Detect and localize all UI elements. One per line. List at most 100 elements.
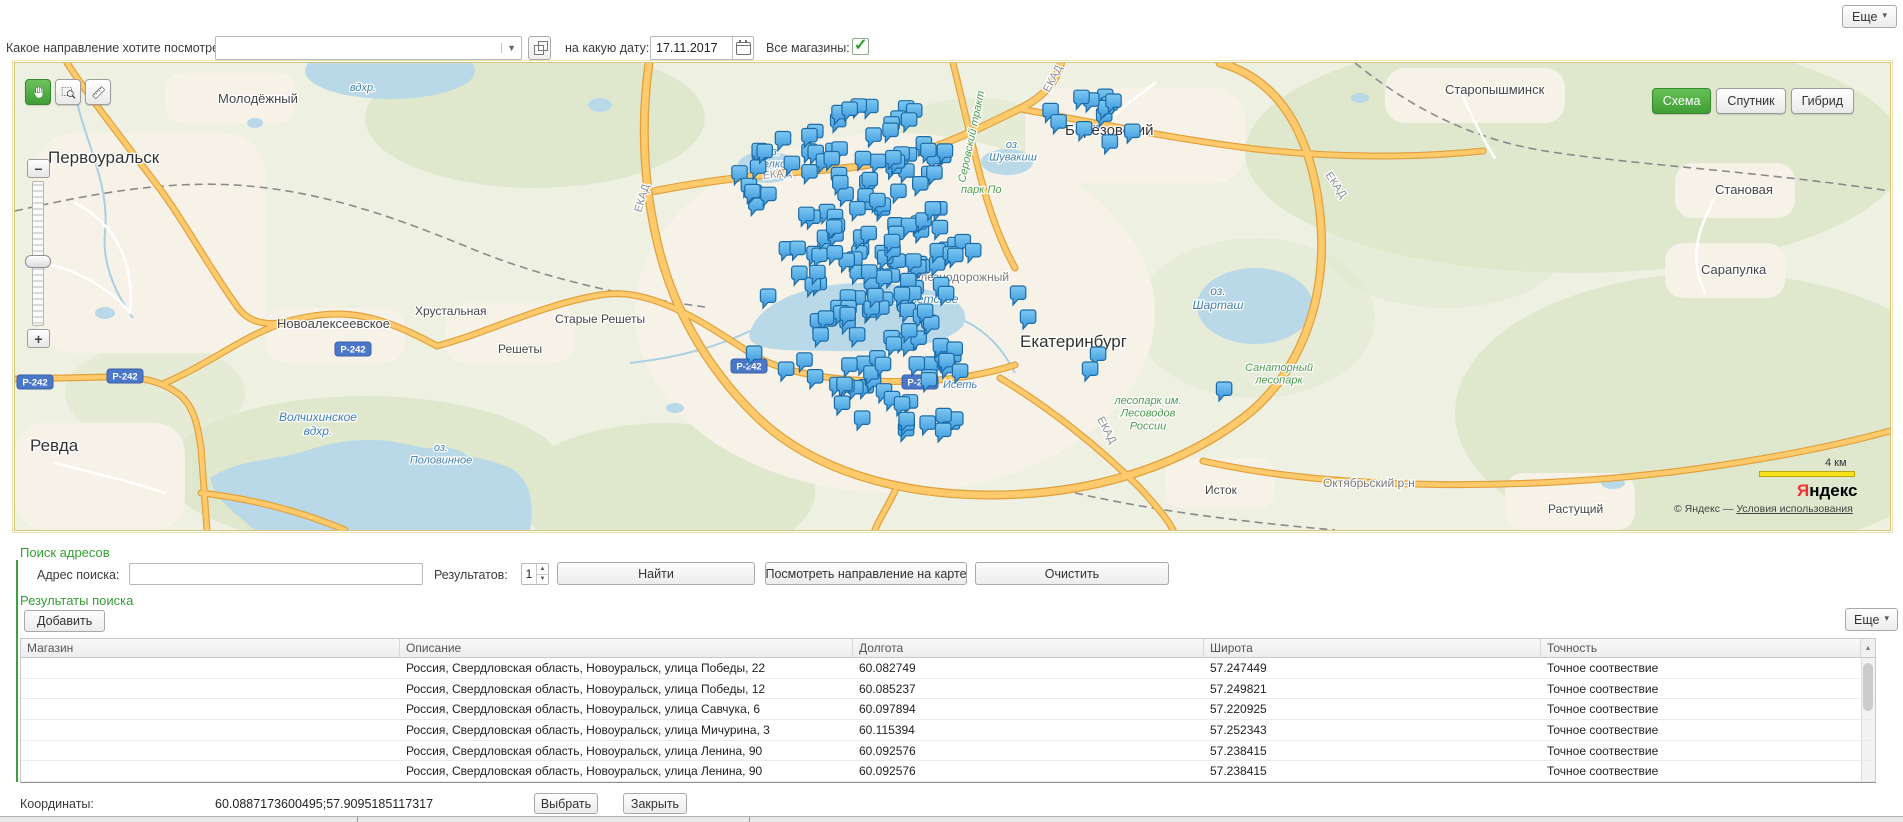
column-header[interactable]: Широта [1204, 639, 1541, 657]
map-copyright: © Яндекс — Условия использования [1674, 503, 1853, 515]
table-row[interactable]: Россия, Свердловская область, Новоуральс… [21, 658, 1875, 679]
cell-latitude: 57.247449 [1204, 658, 1541, 678]
zoom-select-tool-button[interactable] [55, 79, 81, 105]
cell-shop [21, 741, 400, 761]
more-button-results[interactable]: Еще▾ [1845, 608, 1898, 631]
map-label: Решеты [498, 342, 542, 356]
cell-latitude: 57.220925 [1204, 699, 1541, 719]
search-results-section-title: Результаты поиска [20, 593, 133, 608]
results-tbody: Россия, Свердловская область, Новоуральс… [21, 658, 1875, 782]
add-button[interactable]: Добавить [24, 610, 105, 632]
scrollbar-track [1861, 741, 1875, 761]
stepper-down-icon[interactable]: ▼ [537, 575, 548, 585]
table-scrollbar-thumb[interactable] [1863, 663, 1873, 711]
table-row[interactable]: Россия, Свердловская область, Новоуральс… [21, 741, 1875, 762]
map-label: Исток [1205, 483, 1238, 497]
direction-combobox[interactable]: ▼ [215, 36, 522, 60]
svg-text:Р-242: Р-242 [22, 378, 47, 389]
map-label: Сарапулка [1701, 262, 1767, 277]
cell-description: Россия, Свердловская область, Новоуральс… [400, 741, 853, 761]
column-header[interactable]: Магазин [21, 639, 400, 657]
map-label: Молодёжный [218, 91, 298, 106]
calendar-icon[interactable] [732, 37, 753, 59]
map-type-switcher: СхемаСпутникГибрид [1647, 88, 1854, 114]
column-header[interactable]: Описание [400, 639, 853, 657]
column-header[interactable]: Точность [1541, 639, 1861, 657]
map-label: Октябрьский р-н [1323, 476, 1415, 490]
pan-tool-button[interactable] [25, 79, 51, 105]
map-type-button-спутник[interactable]: Спутник [1716, 88, 1785, 114]
date-label: на какую дату: [565, 41, 649, 55]
cell-shop [21, 720, 400, 740]
zoom-out-button[interactable]: − [27, 159, 50, 178]
chevron-down-icon[interactable]: ▼ [501, 43, 521, 53]
select-button[interactable]: Выбрать [534, 793, 598, 814]
zoom-in-button[interactable]: + [27, 329, 50, 348]
more-button-top[interactable]: Еще▾ [1842, 5, 1897, 28]
results-count-label: Результатов: [434, 568, 508, 582]
scrollbar-track [1861, 761, 1875, 781]
all-stores-label: Все магазины: [766, 41, 850, 55]
cell-accuracy: Точное соотвествие [1541, 720, 1861, 740]
cell-description: Россия, Свердловская область, Новоуральс… [400, 761, 853, 781]
stepper-up-icon[interactable]: ▲ [537, 564, 548, 575]
cell-description: Россия, Свердловская область, Новоуральс… [400, 658, 853, 678]
yandex-map[interactable]: ПервоуральскРевдаЕкатеринбургБерёзовский… [14, 62, 1891, 531]
road-badge: Р-242 [107, 369, 143, 383]
map-label: Старопышминск [1445, 82, 1545, 97]
road-badge: Р-242 [335, 342, 371, 356]
cell-longitude: 60.092576 [853, 741, 1204, 761]
cell-latitude: 57.249821 [1204, 679, 1541, 699]
table-row[interactable]: Россия, Свердловская область, Новоуральс… [21, 720, 1875, 741]
chevron-down-icon: ▾ [1884, 613, 1889, 624]
table-row[interactable]: Россия, Свердловская область, Новоуральс… [21, 761, 1875, 782]
table-row[interactable]: Россия, Свердловская область, Новоуральс… [21, 699, 1875, 720]
map-label: Старые Решеты [555, 312, 645, 326]
address-search-section-title: Поиск адресов [20, 545, 110, 560]
chevron-down-icon: ▾ [1882, 10, 1887, 21]
map-canvas: ПервоуральскРевдаЕкатеринбургБерёзовский… [15, 63, 1890, 530]
cell-longitude: 60.115394 [853, 720, 1204, 740]
map-label: Новоалексеевское [277, 316, 390, 331]
hand-icon [30, 84, 47, 101]
table-scroll-up-icon[interactable]: ▲ [1861, 639, 1875, 657]
ruler-tool-button[interactable] [85, 79, 111, 105]
scale-label: 4 км [1825, 457, 1847, 469]
address-search-label: Адрес поиска: [37, 568, 119, 582]
cell-shop [21, 699, 400, 719]
show-direction-button[interactable]: Посмотреть направление на карте [765, 562, 967, 585]
find-button[interactable]: Найти [557, 562, 755, 585]
results-table: МагазинОписаниеДолготаШиротаТочность▲ Ро… [20, 638, 1876, 783]
terms-link[interactable]: Условия использования [1736, 503, 1853, 515]
clear-button[interactable]: Очистить [975, 562, 1169, 585]
column-header[interactable]: Долгота [853, 639, 1204, 657]
cell-description: Россия, Свердловская область, Новоуральс… [400, 699, 853, 719]
date-value[interactable]: 17.11.2017 [651, 41, 732, 55]
map-type-button-схема[interactable]: Схема [1652, 88, 1712, 114]
coordinates-value: 60.0887173600495;57.9095185117317 [215, 797, 433, 811]
zoom-slider-track[interactable] [32, 181, 44, 326]
cell-description: Россия, Свердловская область, Новоуральс… [400, 720, 853, 740]
close-button[interactable]: Закрыть [623, 793, 687, 814]
coordinates-label: Координаты: [20, 797, 94, 811]
direction-open-button[interactable] [528, 36, 551, 60]
map-label: Становая [1715, 182, 1773, 197]
address-search-input[interactable] [129, 563, 423, 585]
zoom-slider-handle[interactable] [25, 255, 51, 268]
date-field[interactable]: 17.11.2017 [650, 36, 754, 60]
map-label: Растущий [1548, 502, 1603, 516]
cell-longitude: 60.082749 [853, 658, 1204, 678]
map-label: вдхр. [350, 82, 376, 94]
table-row[interactable]: Россия, Свердловская область, Новоуральс… [21, 679, 1875, 700]
scale-bar [1759, 471, 1855, 477]
background-window-edge [0, 816, 1903, 822]
cell-shop [21, 679, 400, 699]
cell-description: Россия, Свердловская область, Новоуральс… [400, 679, 853, 699]
map-label: Хрустальная [415, 304, 487, 318]
ruler-icon [90, 84, 107, 101]
cell-longitude: 60.085237 [853, 679, 1204, 699]
cell-latitude: 57.238415 [1204, 761, 1541, 781]
all-stores-checkbox[interactable] [852, 38, 869, 55]
map-type-button-гибрид[interactable]: Гибрид [1791, 88, 1854, 114]
results-count-stepper[interactable]: 1 ▲ ▼ [521, 563, 549, 585]
